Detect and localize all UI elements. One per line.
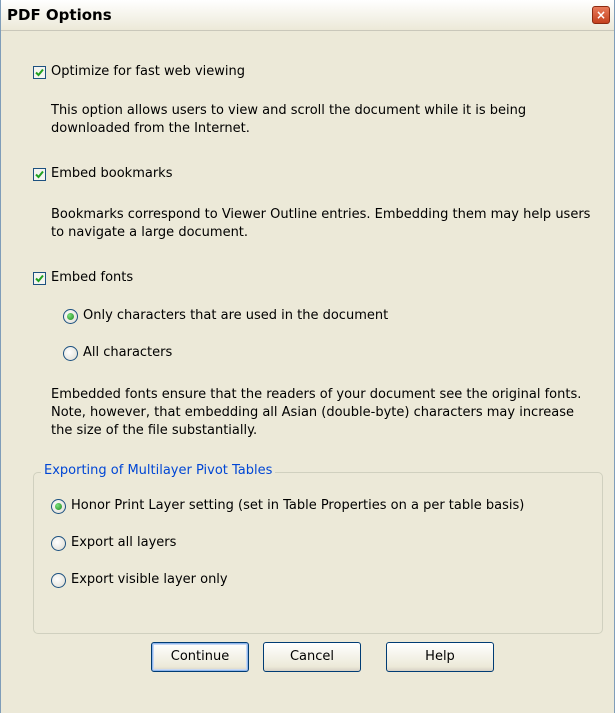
- fonts-used-only-radio[interactable]: [63, 309, 78, 324]
- optimize-web-row[interactable]: Optimize for fast web viewing: [1, 64, 614, 84]
- cancel-button[interactable]: Cancel: [263, 642, 361, 672]
- optimize-web-checkbox[interactable]: [33, 66, 46, 79]
- embed-bookmarks-checkbox[interactable]: [33, 168, 46, 181]
- close-button[interactable]: ×: [592, 6, 610, 24]
- embed-fonts-label[interactable]: Embed fonts: [51, 270, 133, 285]
- export-all-layers-row[interactable]: Export all layers: [1, 535, 614, 555]
- honor-print-layer-row[interactable]: Honor Print Layer setting (set in Table …: [1, 498, 614, 518]
- fonts-used-only-label[interactable]: Only characters that are used in the doc…: [83, 308, 388, 323]
- fonts-all-chars-radio-row[interactable]: All characters: [1, 345, 614, 365]
- embed-fonts-description: Embedded fonts ensure that the readers o…: [51, 387, 582, 438]
- fonts-used-only-radio-row[interactable]: Only characters that are used in the doc…: [1, 308, 614, 328]
- export-visible-layer-label[interactable]: Export visible layer only: [71, 572, 228, 587]
- checkmark-icon: [35, 68, 44, 77]
- title-bar[interactable]: PDF Options ×: [1, 0, 614, 31]
- checkmark-icon: [35, 274, 44, 283]
- continue-button[interactable]: Continue: [151, 642, 249, 672]
- export-all-layers-radio[interactable]: [51, 536, 66, 551]
- radio-dot-icon: [67, 313, 74, 320]
- pdf-options-dialog: PDF Options × Optimize for fast web view…: [0, 0, 615, 713]
- pivot-tables-group-legend: Exporting of Multilayer Pivot Tables: [41, 463, 276, 478]
- optimize-web-description: This option allows users to view and scr…: [51, 103, 527, 136]
- dialog-title: PDF Options: [7, 6, 112, 24]
- embed-fonts-checkbox[interactable]: [33, 272, 46, 285]
- embed-bookmarks-row[interactable]: Embed bookmarks: [1, 166, 614, 186]
- export-all-layers-label[interactable]: Export all layers: [71, 535, 176, 550]
- fonts-all-chars-label[interactable]: All characters: [83, 345, 172, 360]
- export-visible-layer-radio[interactable]: [51, 573, 66, 588]
- embed-fonts-row[interactable]: Embed fonts: [1, 270, 614, 290]
- embed-bookmarks-label[interactable]: Embed bookmarks: [51, 166, 172, 181]
- honor-print-layer-label[interactable]: Honor Print Layer setting (set in Table …: [71, 498, 524, 513]
- embed-bookmarks-description: Bookmarks correspond to Viewer Outline e…: [51, 207, 591, 240]
- optimize-web-label[interactable]: Optimize for fast web viewing: [51, 64, 245, 79]
- fonts-all-chars-radio[interactable]: [63, 346, 78, 361]
- radio-dot-icon: [55, 503, 62, 510]
- checkmark-icon: [35, 170, 44, 179]
- close-icon: ×: [595, 8, 607, 22]
- help-button[interactable]: Help: [386, 642, 494, 672]
- honor-print-layer-radio[interactable]: [51, 499, 66, 514]
- export-visible-layer-row[interactable]: Export visible layer only: [1, 572, 614, 592]
